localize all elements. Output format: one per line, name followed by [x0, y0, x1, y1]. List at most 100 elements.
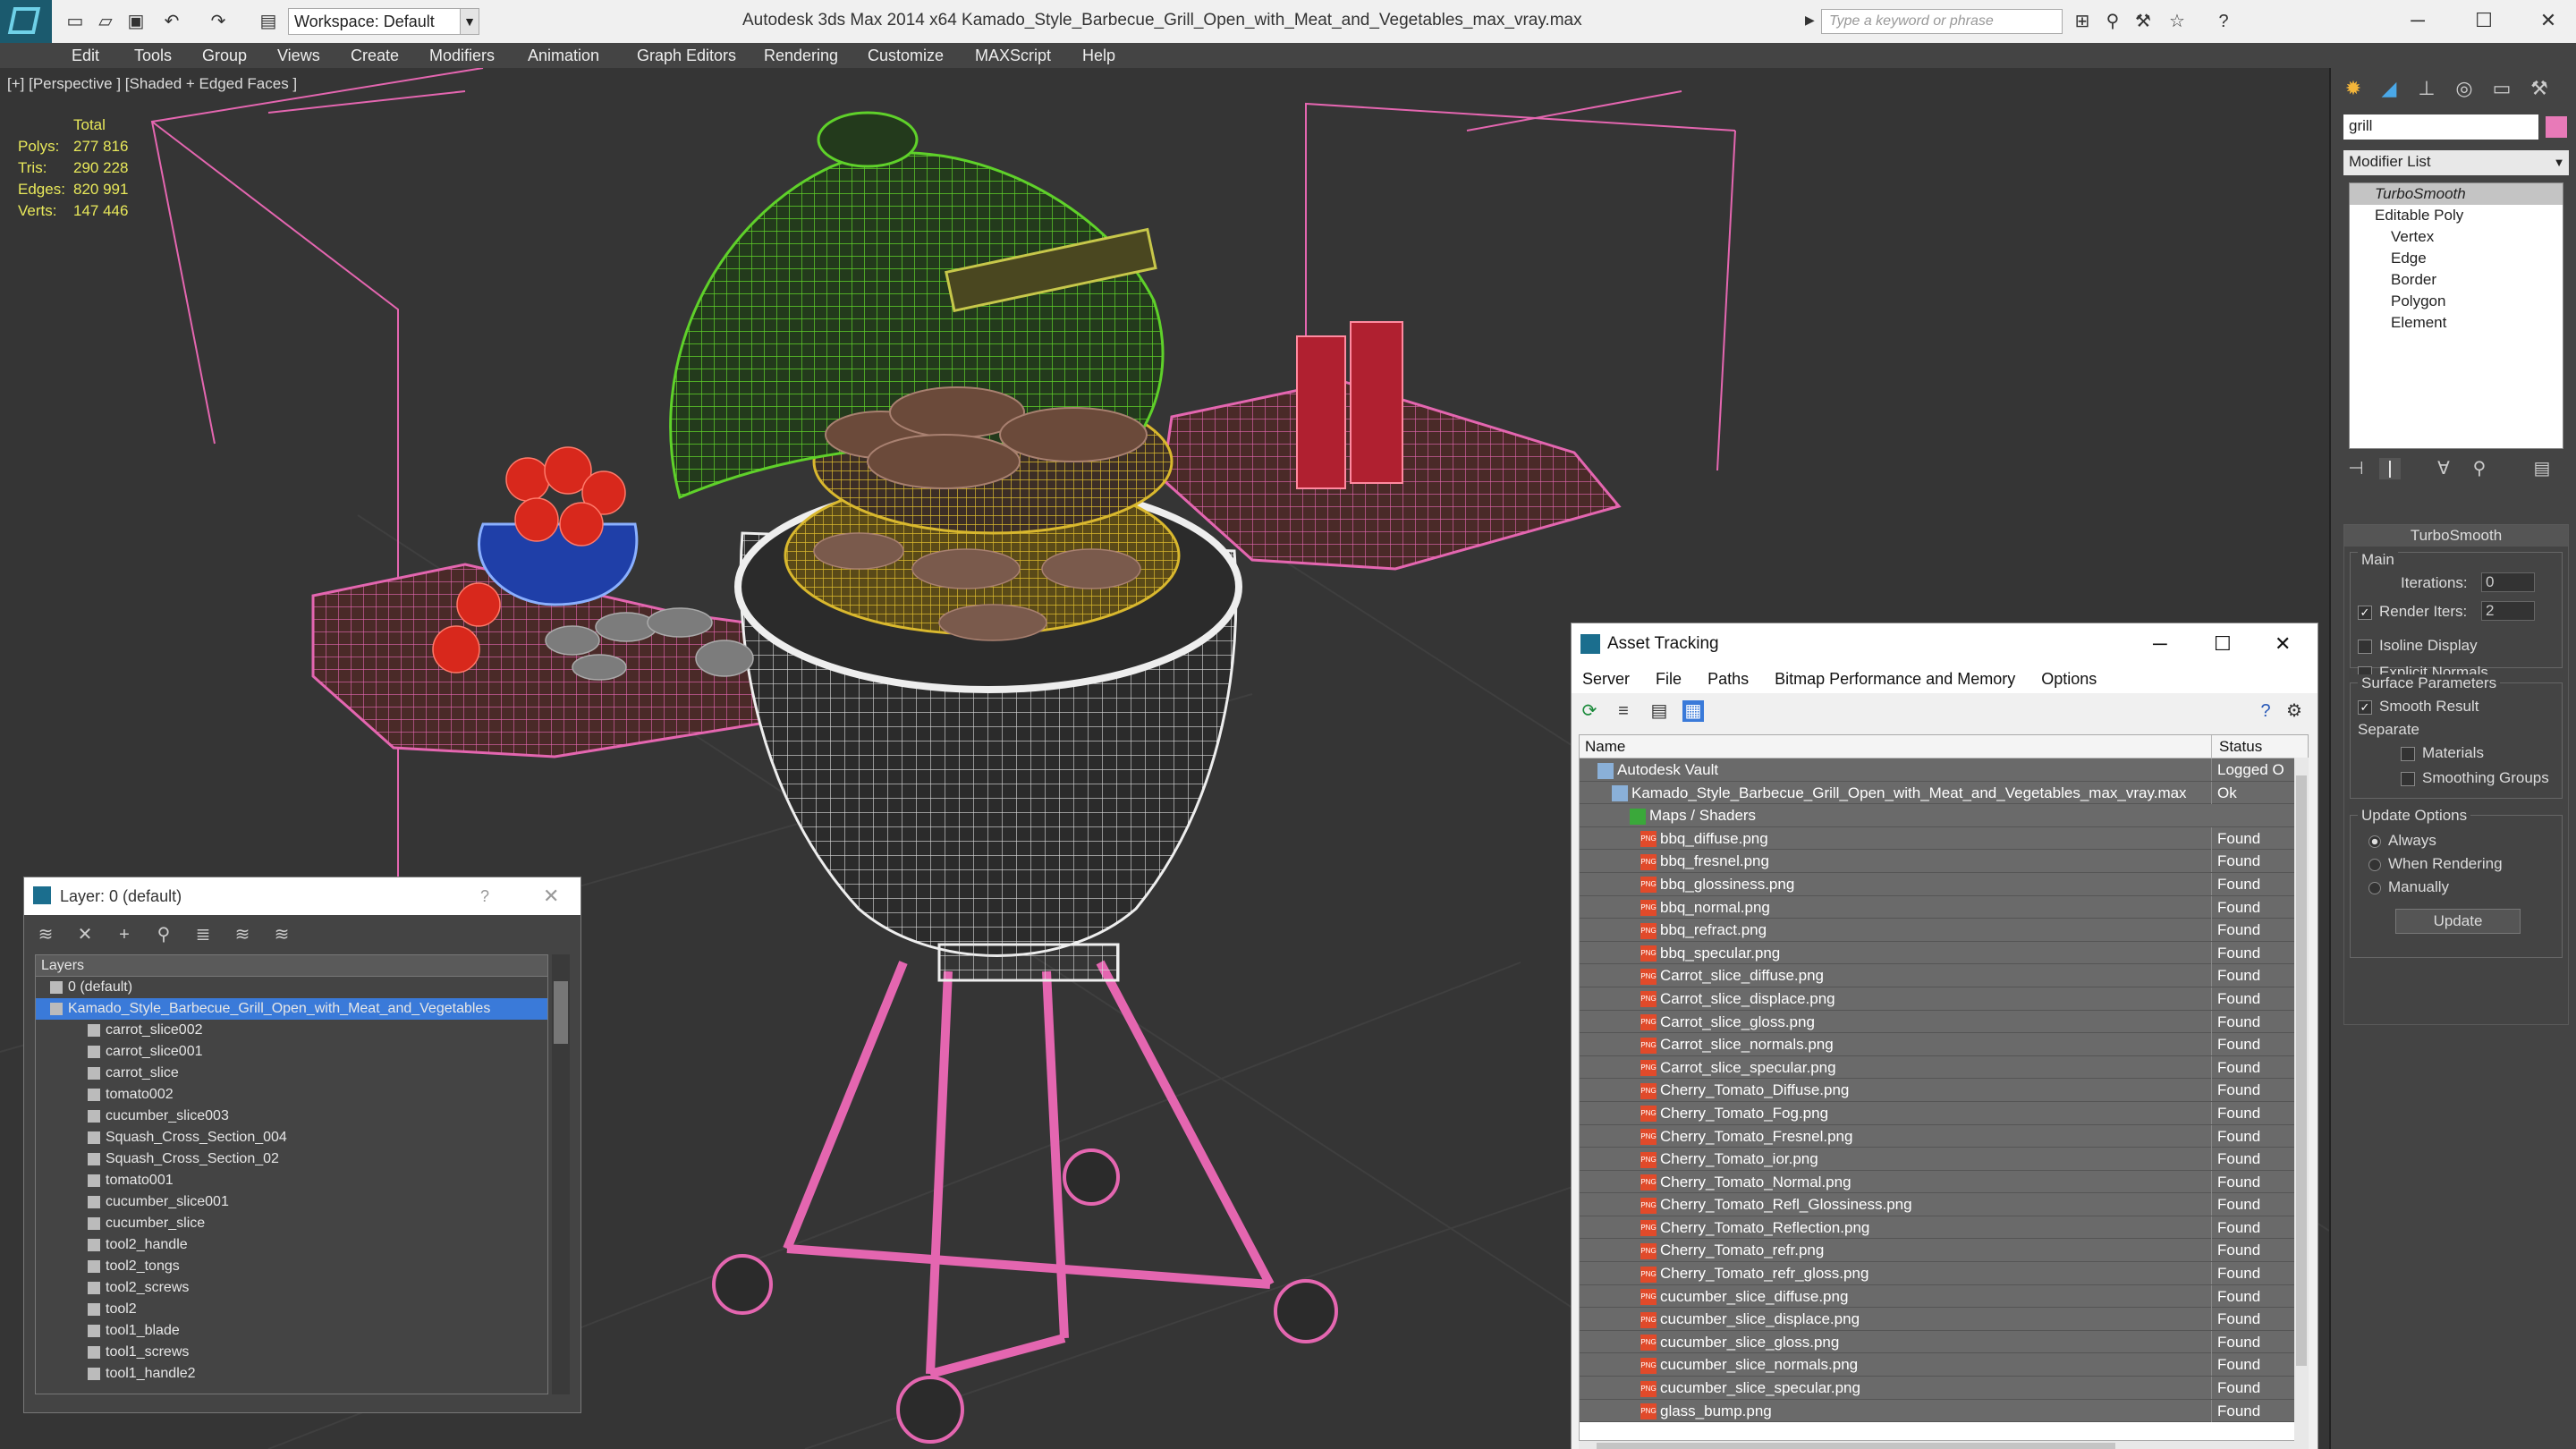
asset-row[interactable]: PNG Carrot_slice_diffuse.png Found — [1580, 964, 2308, 987]
object-row[interactable]: tool2_handle — [36, 1234, 547, 1256]
stack-item-element[interactable]: Element — [2350, 312, 2563, 334]
asset-row[interactable]: PNG cucumber_slice_displace.png Found — [1580, 1308, 2308, 1331]
hide-all-icon[interactable]: ≋ — [232, 924, 253, 945]
refresh-icon[interactable]: ⟳ — [1579, 700, 1600, 722]
app-logo-icon[interactable] — [0, 0, 52, 43]
object-row[interactable]: Squash_Cross_Section_004 — [36, 1127, 547, 1148]
show-end-result-icon[interactable]: | — [2379, 458, 2401, 479]
perspective-viewport[interactable]: [+] [Perspective ] [Shaded + Edged Faces… — [0, 68, 2329, 1449]
maximize-icon[interactable]: ☐ — [2463, 4, 2504, 38]
stack-item-border[interactable]: Border — [2350, 269, 2563, 291]
help-icon[interactable]: ? — [2255, 700, 2276, 722]
menu-group[interactable]: Group — [202, 47, 247, 65]
object-row[interactable]: tool1_blade — [36, 1320, 547, 1342]
stack-item-turbosmooth[interactable]: TurboSmooth — [2350, 183, 2563, 205]
menu-file[interactable]: File — [1656, 670, 1682, 688]
when-rendering-radio[interactable]: When Rendering — [2368, 855, 2503, 873]
update-button[interactable]: Update — [2395, 909, 2521, 934]
stack-item-vertex[interactable]: Vertex — [2350, 226, 2563, 248]
menu-animation[interactable]: Animation — [528, 47, 599, 65]
asset-row[interactable]: PNG bbq_normal.png Found — [1580, 895, 2308, 919]
save-icon[interactable]: ▣ — [125, 11, 147, 32]
expand-arrow-icon[interactable]: ▶ — [1805, 13, 1815, 28]
column-name[interactable]: Name — [1585, 735, 1625, 758]
asset-row[interactable]: PNG Cherry_Tomato_refr_gloss.png Found — [1580, 1262, 2308, 1285]
asset-table[interactable]: Name Status Autodesk Vault Logged O Kamado… — [1579, 734, 2309, 1441]
menu-maxscript[interactable]: MAXScript — [975, 47, 1051, 65]
menu-customize[interactable]: Customize — [868, 47, 944, 65]
asset-row[interactable]: PNG cucumber_slice_specular.png Found — [1580, 1377, 2308, 1400]
motion-tab-icon[interactable]: ◎ — [2449, 73, 2479, 104]
layer-title-bar[interactable]: Layer: 0 (default) ? ✕ — [24, 877, 580, 915]
chevron-down-icon[interactable]: ▼ — [460, 8, 479, 35]
configure-sets-icon[interactable]: ▤ — [2531, 458, 2553, 479]
key-icon[interactable]: ⚲ — [2102, 11, 2123, 32]
minimize-icon[interactable]: ─ — [2153, 623, 2167, 665]
materials-checkbox[interactable]: Materials — [2401, 744, 2484, 762]
menu-graph-editors[interactable]: Graph Editors — [637, 47, 736, 65]
close-icon[interactable]: ✕ — [543, 877, 559, 915]
stack-item-editable-poly[interactable]: Editable Poly — [2350, 205, 2563, 226]
render-iters-checkbox[interactable]: ✓ Render Iters: — [2358, 603, 2467, 621]
asset-row[interactable]: PNG bbq_refract.png Found — [1580, 919, 2308, 942]
list-view-icon[interactable]: ≡ — [1613, 700, 1634, 722]
asset-row[interactable]: PNG bbq_diffuse.png Found — [1580, 826, 2308, 851]
asset-row[interactable]: PNG Carrot_slice_specular.png Found — [1580, 1055, 2308, 1080]
object-row[interactable]: tool2_screws — [36, 1277, 547, 1299]
modify-tab-icon[interactable]: ◢ — [2374, 73, 2404, 104]
asset-row[interactable]: PNG bbq_specular.png Found — [1580, 941, 2308, 965]
new-layer-icon[interactable]: ≋ — [35, 924, 56, 945]
modifier-list-dropdown[interactable]: Modifier List — [2343, 150, 2549, 175]
add-icon[interactable]: + — [114, 924, 135, 945]
object-row[interactable]: carrot_slice001 — [36, 1041, 547, 1063]
object-row[interactable]: cucumber_slice — [36, 1213, 547, 1234]
menu-modifiers[interactable]: Modifiers — [429, 47, 495, 65]
asset-row[interactable]: PNG bbq_fresnel.png Found — [1580, 850, 2308, 873]
object-row[interactable]: tool1_screws — [36, 1342, 547, 1363]
layer-row[interactable]: 0 (default) — [36, 977, 547, 998]
asset-row[interactable]: Maps / Shaders — [1580, 804, 2308, 827]
object-color-swatch[interactable] — [2546, 116, 2567, 138]
object-row[interactable]: tool2_tongs — [36, 1256, 547, 1277]
asset-row[interactable]: Autodesk Vault Logged O — [1580, 758, 2308, 782]
render-iters-spinner[interactable]: 2 — [2481, 601, 2535, 621]
asset-row[interactable]: PNG glass_bump.png Found — [1580, 1399, 2308, 1423]
menu-tools[interactable]: Tools — [134, 47, 172, 65]
highlight-layer-icon[interactable]: ≣ — [192, 924, 214, 945]
menu-bitmap-performance[interactable]: Bitmap Performance and Memory — [1775, 670, 2015, 688]
menu-edit[interactable]: Edit — [72, 47, 99, 65]
object-name-field[interactable]: grill — [2343, 114, 2538, 140]
smooth-result-checkbox[interactable]: ✓ Smooth Result — [2358, 698, 2479, 716]
binoculars-icon[interactable]: ⊞ — [2072, 11, 2093, 32]
minimize-icon[interactable]: ─ — [2397, 4, 2438, 38]
remove-modifier-icon[interactable]: ⚲ — [2469, 458, 2490, 479]
asset-row[interactable]: Kamado_Style_Barbecue_Grill_Open_with_Me… — [1580, 781, 2308, 805]
select-objects-icon[interactable]: ⚲ — [153, 924, 174, 945]
asset-row[interactable]: PNG Cherry_Tomato_ior.png Found — [1580, 1148, 2308, 1171]
menu-paths[interactable]: Paths — [1707, 670, 1749, 688]
column-status[interactable]: Status — [2211, 735, 2301, 758]
exchange-icon[interactable]: ⚒ — [2132, 11, 2154, 32]
new-file-icon[interactable]: ▭ — [64, 11, 86, 32]
undo-icon[interactable]: ↶ — [161, 11, 182, 32]
asset-row[interactable]: PNG cucumber_slice_gloss.png Found — [1580, 1330, 2308, 1354]
asset-row[interactable]: PNG Cherry_Tomato_Normal.png Found — [1580, 1170, 2308, 1194]
object-row[interactable]: carrot_slice — [36, 1063, 547, 1084]
tree-view-icon[interactable]: ▤ — [1648, 700, 1670, 722]
settings-icon[interactable]: ⚙ — [2284, 700, 2305, 722]
help-icon[interactable]: ? — [480, 877, 489, 915]
redo-icon[interactable]: ↷ — [208, 11, 229, 32]
close-icon[interactable]: ✕ — [2275, 623, 2291, 665]
star-icon[interactable]: ☆ — [2166, 11, 2188, 32]
stack-item-edge[interactable]: Edge — [2350, 248, 2563, 269]
vertical-scrollbar[interactable] — [2294, 758, 2309, 1441]
object-row[interactable]: cucumber_slice003 — [36, 1106, 547, 1127]
object-row[interactable]: tomato002 — [36, 1084, 547, 1106]
display-tab-icon[interactable]: ▭ — [2487, 73, 2517, 104]
asset-row[interactable]: PNG cucumber_slice_diffuse.png Found — [1580, 1284, 2308, 1309]
asset-row[interactable]: PNG Cherry_Tomato_Fog.png Found — [1580, 1101, 2308, 1125]
make-unique-icon[interactable]: ∀ — [2433, 458, 2454, 479]
object-row[interactable]: tool2 — [36, 1299, 547, 1320]
object-row[interactable]: Squash_Cross_Section_02 — [36, 1148, 547, 1170]
asset-row[interactable]: PNG Carrot_slice_gloss.png Found — [1580, 1010, 2308, 1034]
